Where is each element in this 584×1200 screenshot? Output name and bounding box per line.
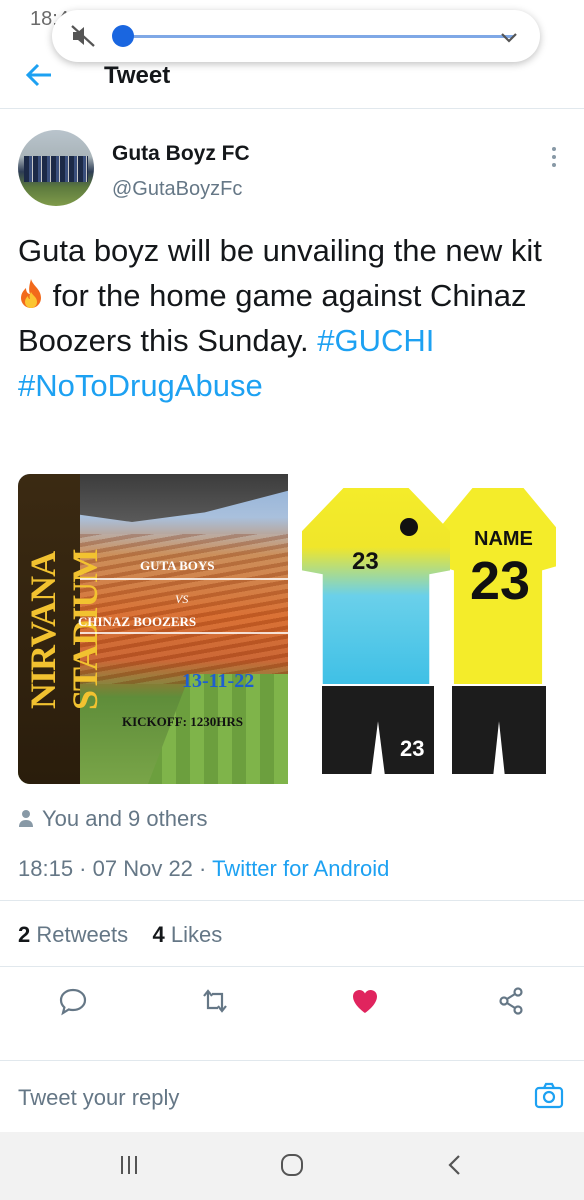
poster-venue: NIRVANA STADIUM (23, 549, 105, 711)
volume-slider-thumb[interactable] (112, 25, 134, 47)
system-nav-bar (0, 1132, 584, 1200)
match-poster-image[interactable]: NIRVANA STADIUM GUTA BOYS VS CHINAZ BOOZ… (18, 474, 288, 784)
author-name[interactable]: Guta Boyz FC (112, 142, 250, 166)
reply-bar: Tweet your reply (0, 1060, 584, 1132)
mute-icon[interactable] (70, 24, 96, 48)
camera-icon[interactable] (534, 1081, 564, 1109)
reply-input[interactable]: Tweet your reply (18, 1085, 179, 1111)
tweet-text-part2: for the home game against Chinaz Boozers… (18, 278, 527, 358)
shirt-front-number: 23 (352, 548, 379, 575)
avatar-team-photo (24, 156, 88, 182)
header-divider (0, 108, 584, 109)
meta-divider (0, 900, 584, 901)
poster-team1: GUTA BOYS (140, 558, 215, 573)
retweets-link[interactable]: 2 Retweets (18, 922, 128, 947)
club-crest-icon (400, 518, 418, 536)
back-arrow-icon[interactable] (24, 62, 54, 88)
poster-team2: CHINAZ BOOZERS (78, 614, 197, 629)
tweet-text: Guta boyz will be unvailing the new kit … (18, 228, 558, 408)
likers-row[interactable]: You and 9 others (18, 806, 208, 832)
page-title: Tweet (104, 62, 171, 89)
retweets-label: Retweets (36, 922, 129, 947)
shirt-front (302, 488, 450, 684)
poster-kickoff: KICKOFF: 1230HRS (122, 714, 243, 729)
shorts-number: 23 (400, 736, 425, 761)
shorts-back (452, 686, 546, 774)
retweet-icon[interactable] (200, 986, 230, 1016)
tweet-source-link[interactable]: Twitter for Android (212, 856, 389, 881)
like-heart-icon[interactable] (350, 986, 380, 1016)
likes-link[interactable]: 4 Likes (153, 922, 223, 947)
hashtag-notodrugabuse[interactable]: #NoToDrugAbuse (18, 368, 263, 403)
system-back-icon[interactable] (442, 1152, 468, 1178)
tweet-date: 07 Nov 22 (92, 856, 193, 881)
poster-line (80, 578, 288, 580)
counts-divider (0, 966, 584, 967)
hashtag-guchi[interactable]: #GUCHI (317, 323, 434, 358)
recent-apps-icon[interactable] (116, 1152, 142, 1178)
shirt-back-number: 23 (470, 551, 531, 611)
share-icon[interactable] (496, 986, 526, 1016)
reply-icon[interactable] (58, 986, 88, 1016)
stadium-seats (80, 534, 288, 684)
retweets-count: 2 (18, 922, 31, 947)
tweet-actions (0, 980, 584, 1024)
poster-vs: VS (175, 592, 189, 606)
tweet-timestamp: 18:15 · 07 Nov 22 · Twitter for Android (18, 856, 390, 881)
avatar[interactable] (18, 130, 94, 206)
person-icon (19, 810, 33, 827)
chevron-down-icon[interactable] (498, 26, 520, 48)
poster-line (80, 632, 288, 634)
poster-date: 13-11-22 (182, 670, 255, 692)
kit-image[interactable]: 23 NAME 23 23 (292, 474, 560, 784)
tweet-text-part1: Guta boyz will be unvailing the new kit (18, 233, 542, 268)
home-icon[interactable] (279, 1152, 305, 1178)
likes-count: 4 (152, 922, 165, 947)
shirt-back-name: NAME (474, 528, 533, 550)
tweet-time: 18:15 (18, 856, 74, 881)
engagement-counts: 2 Retweets 4 Likes (18, 922, 222, 948)
author-handle[interactable]: @GutaBoyzFc (112, 178, 242, 201)
stadium-roof (80, 474, 288, 522)
volume-track[interactable] (122, 35, 514, 38)
fire-emoji-icon (21, 279, 41, 308)
more-options-icon[interactable] (550, 146, 558, 168)
likes-label: Likes (170, 922, 223, 947)
tweet-media: NIRVANA STADIUM GUTA BOYS VS CHINAZ BOOZ… (18, 474, 560, 784)
likers-text: You and 9 others (42, 806, 208, 831)
header: Tweet (0, 52, 584, 108)
